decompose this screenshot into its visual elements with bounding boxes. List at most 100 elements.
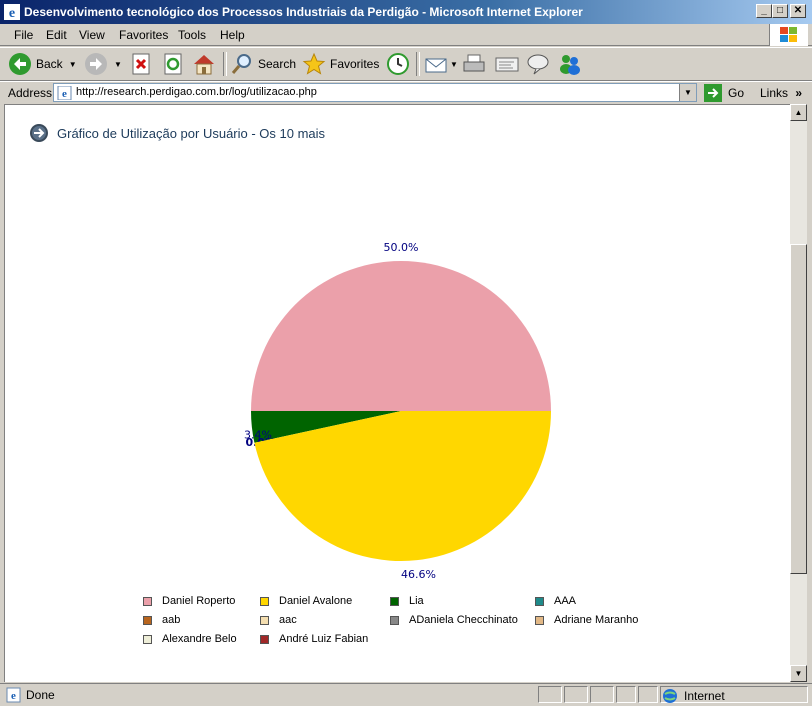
window-title: Desenvolvimento tecnológico dos Processo… [24, 5, 583, 19]
mail-dropdown-icon[interactable]: ▼ [450, 60, 458, 69]
legend-swatch [535, 615, 544, 625]
svg-text:e: e [62, 88, 67, 100]
zone-label: Internet [684, 689, 725, 703]
address-dropdown-icon[interactable]: ▼ [679, 84, 696, 101]
back-label: Back [36, 57, 63, 71]
legend-label: Adriane Maranho [554, 614, 639, 626]
back-dropdown-icon[interactable]: ▼ [69, 60, 77, 69]
messenger-icon [560, 55, 580, 75]
legend-item: Daniel Avalone [260, 595, 352, 607]
legend-label: aab [162, 614, 181, 626]
pie-slice-daniel-avalone [254, 411, 551, 562]
discuss-icon [527, 54, 549, 75]
legend-label: Alexandre Belo [162, 633, 237, 645]
history-icon [387, 53, 409, 75]
status-text: Done [26, 688, 55, 702]
legend-item: Alexandre Belo [143, 633, 237, 645]
maximize-button[interactable]: □ [772, 4, 788, 18]
legend-swatch [390, 596, 399, 606]
menu-edit[interactable]: Edit [46, 28, 67, 42]
back-button[interactable]: Back ▼ [8, 52, 77, 76]
vertical-scrollbar[interactable]: ▲ ▼ [790, 104, 807, 682]
status-cell [590, 686, 614, 703]
menu-help[interactable]: Help [220, 28, 245, 42]
forward-button[interactable]: ▼ [84, 52, 122, 76]
menu-bar: File Edit View Favorites Tools Help [0, 24, 812, 46]
status-cell [564, 686, 588, 703]
legend-label: Lia [409, 595, 424, 607]
back-arrow-icon [9, 53, 31, 75]
address-label: Address [8, 86, 53, 100]
address-input[interactable]: e http://research.perdigao.com.br/log/ut… [53, 83, 697, 102]
title-bar: e Desenvolvimento tecnológico dos Proces… [0, 0, 812, 24]
scroll-up-icon[interactable]: ▲ [790, 104, 807, 121]
go-arrow-icon [704, 84, 722, 102]
edit-button[interactable] [494, 52, 520, 76]
favorites-button[interactable]: Favorites [302, 52, 379, 76]
legend-label: AAA [554, 595, 577, 607]
legend-item: aac [260, 614, 297, 626]
address-bar: Address e http://research.perdigao.com.b… [0, 81, 812, 103]
discuss-button[interactable] [526, 52, 550, 76]
search-label: Search [258, 57, 297, 71]
minimize-button[interactable]: _ [756, 4, 772, 18]
menu-view[interactable]: View [79, 28, 105, 42]
scroll-thumb[interactable] [790, 244, 807, 574]
globe-icon [663, 689, 677, 703]
page-icon: e [57, 86, 72, 100]
toolbar-separator [416, 52, 420, 76]
menu-tools[interactable]: Tools [178, 28, 206, 42]
legend-label: André Luiz Fabian [279, 633, 369, 645]
stop-button[interactable] [130, 52, 152, 76]
messenger-button[interactable] [558, 52, 582, 76]
legend-item: ADaniela Checchinato [390, 614, 518, 626]
legend-label: Daniel Roperto [162, 595, 236, 607]
star-icon [302, 52, 326, 75]
svg-text:e: e [9, 6, 15, 20]
pie-slice-daniel-roperto [251, 261, 551, 411]
pie-value-label: 46.6% [401, 568, 436, 581]
search-button[interactable]: Search [230, 52, 296, 76]
legend-label: aac [279, 614, 297, 626]
legend-swatch [260, 634, 269, 644]
legend-swatch [143, 634, 152, 644]
mail-icon [425, 58, 447, 73]
status-cell [616, 686, 636, 703]
history-button[interactable] [386, 52, 410, 76]
refresh-button[interactable] [162, 52, 184, 76]
links-label: Links [760, 86, 789, 100]
page-done-icon: e [6, 687, 21, 703]
legend-item: Adriane Maranho [535, 614, 638, 626]
home-button[interactable] [192, 52, 216, 76]
legend-swatch [535, 596, 544, 606]
print-button[interactable] [462, 52, 486, 76]
security-zone: Internet [662, 688, 725, 704]
status-cell [638, 686, 658, 703]
mail-button[interactable]: ▼ [424, 52, 458, 76]
legend-item: André Luiz Fabian [260, 633, 368, 645]
search-icon [231, 54, 251, 74]
refresh-icon [164, 53, 182, 75]
forward-dropdown-icon[interactable]: ▼ [114, 60, 122, 69]
links-button[interactable]: Links » [760, 86, 802, 100]
windows-logo-icon [769, 24, 808, 46]
legend-item: Daniel Roperto [143, 595, 235, 607]
menu-file[interactable]: File [14, 28, 33, 42]
address-url: http://research.perdigao.com.br/log/util… [76, 86, 317, 98]
stop-icon [132, 53, 150, 75]
toolbar-separator [223, 52, 227, 76]
svg-text:e: e [11, 690, 16, 702]
legend-swatch [143, 615, 152, 625]
ie-logo-icon: e [4, 4, 20, 20]
legend-item: AAA [535, 595, 576, 607]
legend-label: ADaniela Checchinato [409, 614, 518, 626]
scroll-down-icon[interactable]: ▼ [790, 665, 807, 682]
menu-favorites[interactable]: Favorites [119, 28, 168, 42]
status-bar: e Done Internet [0, 683, 812, 706]
go-button[interactable]: Go [704, 84, 744, 102]
legend-swatch [143, 596, 152, 606]
favorites-label: Favorites [330, 57, 380, 71]
close-button[interactable]: ✕ [790, 4, 806, 18]
legend-swatch [390, 615, 399, 625]
go-label: Go [728, 86, 745, 100]
